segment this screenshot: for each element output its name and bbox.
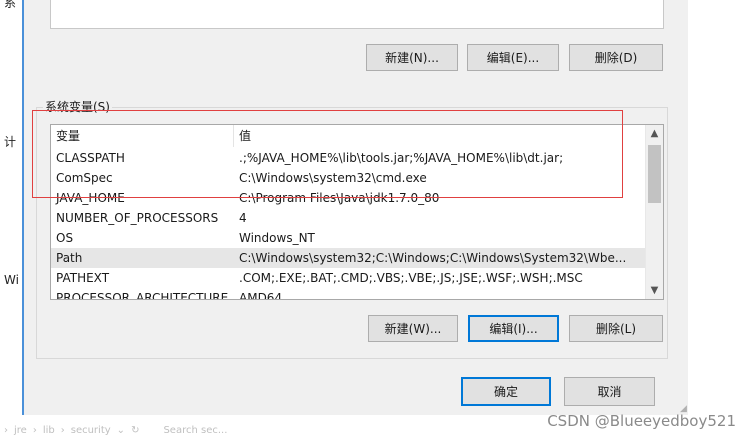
table-row[interactable]: PROCESSOR_ARCHITECTURE AMD64: [51, 288, 647, 300]
variable-name: CLASSPATH: [56, 151, 125, 165]
watermark: CSDN @Blueeyedboy521: [547, 412, 736, 430]
breadcrumb-item[interactable]: jre: [14, 425, 27, 436]
table-row[interactable]: ComSpec C:\Windows\system32\cmd.exe: [51, 168, 647, 188]
background-label-bottom: Wi: [4, 273, 19, 287]
background-address-bar: › jre › lib › security ⌄ ↻ Search sec...: [0, 418, 404, 442]
column-header-value[interactable]: 值: [234, 125, 647, 147]
user-delete-button[interactable]: 删除(D): [569, 44, 663, 71]
user-edit-button[interactable]: 编辑(E)...: [467, 44, 559, 71]
chevron-down-icon[interactable]: ▼: [646, 282, 663, 299]
variable-value: .COM;.EXE;.BAT;.CMD;.VBS;.VBE;.JS;.JSE;.…: [239, 271, 583, 285]
search-input[interactable]: Search sec...: [163, 425, 227, 436]
background-window: [0, 0, 22, 415]
list-header: 变量 值: [51, 125, 647, 147]
variable-value: 4: [239, 211, 247, 225]
user-new-button[interactable]: 新建(N)...: [366, 44, 458, 71]
table-row[interactable]: CLASSPATH .;%JAVA_HOME%\lib\tools.jar;%J…: [51, 148, 647, 168]
variable-name: ComSpec: [56, 171, 113, 185]
table-row[interactable]: PATHEXT .COM;.EXE;.BAT;.CMD;.VBS;.VBE;.J…: [51, 268, 647, 288]
variable-value: C:\Program Files\Java\jdk1.7.0_80: [239, 191, 440, 205]
system-new-button[interactable]: 新建(W)...: [368, 315, 458, 342]
background-label-middle: 计: [4, 135, 17, 149]
variable-value: C:\Windows\system32;C:\Windows;C:\Window…: [239, 251, 627, 265]
variable-name: JAVA_HOME: [56, 191, 125, 205]
refresh-icon[interactable]: ↻: [131, 425, 139, 436]
column-header-variable[interactable]: 变量: [51, 125, 234, 147]
variable-value: C:\Windows\system32\cmd.exe: [239, 171, 427, 185]
variable-name: PROCESSOR_ARCHITECTURE: [56, 291, 229, 300]
table-row[interactable]: JAVA_HOME C:\Program Files\Java\jdk1.7.0…: [51, 188, 647, 208]
cancel-button[interactable]: 取消: [564, 377, 655, 406]
variable-name: PATHEXT: [56, 271, 110, 285]
chevron-down-icon[interactable]: ⌄: [117, 425, 125, 436]
variable-name: OS: [56, 231, 74, 245]
breadcrumb-item[interactable]: lib: [43, 425, 55, 436]
variable-name: NUMBER_OF_PROCESSORS: [56, 211, 219, 225]
system-edit-button[interactable]: 编辑(I)...: [468, 315, 559, 342]
breadcrumb-separator-icon: ›: [60, 424, 65, 436]
vertical-scrollbar[interactable]: ▲ ▼: [645, 125, 663, 299]
breadcrumb-separator-icon: ›: [32, 424, 37, 436]
table-row[interactable]: OS Windows_NT: [51, 228, 647, 248]
table-row[interactable]: NUMBER_OF_PROCESSORS 4: [51, 208, 647, 228]
variable-value: Windows_NT: [239, 231, 315, 245]
variable-value: AMD64: [239, 291, 283, 300]
chevron-up-icon[interactable]: ▲: [646, 125, 663, 142]
system-variables-list[interactable]: 变量 值 CLASSPATH .;%JAVA_HOME%\lib\tools.j…: [50, 124, 664, 300]
background-label-top: 系: [4, 0, 17, 10]
breadcrumb-item[interactable]: security: [71, 425, 111, 436]
variable-name: Path: [56, 251, 83, 265]
breadcrumb-separator-icon: ›: [4, 424, 8, 436]
system-delete-button[interactable]: 删除(L): [569, 315, 663, 342]
system-variables-label: 系统变量(S): [43, 98, 112, 115]
table-row-selected[interactable]: Path C:\Windows\system32;C:\Windows;C:\W…: [51, 248, 647, 268]
ok-button[interactable]: 确定: [461, 377, 551, 406]
user-variables-list[interactable]: [50, 0, 664, 29]
environment-variables-dialog: 新建(N)... 编辑(E)... 删除(D) 系统变量(S) 变量 值 CLA…: [24, 0, 688, 415]
variable-value: .;%JAVA_HOME%\lib\tools.jar;%JAVA_HOME%\…: [239, 151, 564, 165]
scrollbar-thumb[interactable]: [648, 145, 661, 203]
